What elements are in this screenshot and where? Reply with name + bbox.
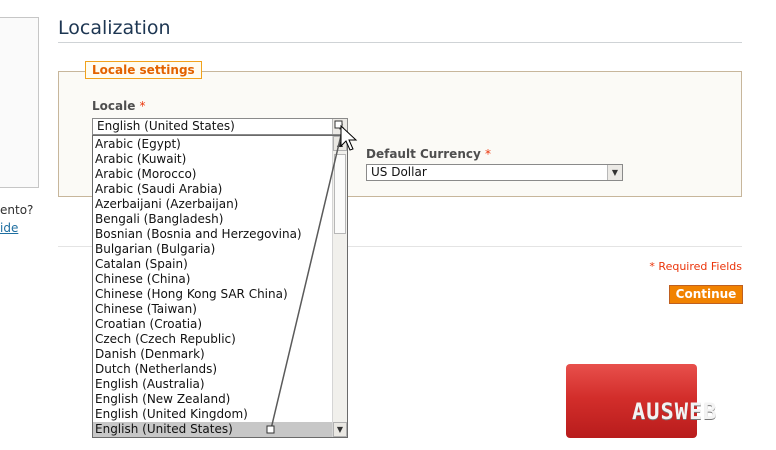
scroll-up-icon[interactable]: ▲ <box>333 136 347 151</box>
locale-option[interactable]: Croatian (Croatia) <box>93 317 333 332</box>
sidebar-panel-top <box>0 17 39 49</box>
locale-option[interactable]: Azerbaijani (Azerbaijan) <box>93 197 333 212</box>
scroll-down-icon[interactable]: ▼ <box>333 422 347 437</box>
sidebar-panel <box>0 47 39 188</box>
locale-option[interactable]: English (Australia) <box>93 377 333 392</box>
required-asterisk: * <box>139 99 146 113</box>
locale-option[interactable]: English (United States) <box>93 422 333 437</box>
locale-option[interactable]: Arabic (Saudi Arabia) <box>93 182 333 197</box>
scroll-thumb[interactable] <box>334 154 346 234</box>
chevron-down-icon[interactable]: ▼ <box>607 165 622 180</box>
required-asterisk: * <box>484 147 491 161</box>
currency-label-text: Default Currency <box>366 147 481 161</box>
locale-option[interactable]: Chinese (Taiwan) <box>93 302 333 317</box>
locale-select[interactable]: English (United States) ▼ <box>92 118 348 135</box>
locale-option[interactable]: Chinese (China) <box>93 272 333 287</box>
locale-option[interactable]: Catalan (Spain) <box>93 257 333 272</box>
ausweb-logo-text: AUSWEB <box>632 400 718 425</box>
locale-option[interactable]: Dutch (Netherlands) <box>93 362 333 377</box>
dropdown-scrollbar[interactable]: ▲ ▼ <box>332 136 347 437</box>
locale-option[interactable]: Czech (Czech Republic) <box>93 332 333 347</box>
locale-option[interactable]: Bosnian (Bosnia and Herzegovina) <box>93 227 333 242</box>
title-divider <box>58 42 742 43</box>
locale-selected-value: English (United States) <box>97 119 235 133</box>
page-title: Localization <box>58 17 171 39</box>
required-fields-note: * Required Fields <box>649 260 742 273</box>
locale-option[interactable]: English (New Zealand) <box>93 392 333 407</box>
continue-button[interactable]: Continue <box>669 285 743 304</box>
currency-label: Default Currency * <box>366 147 491 161</box>
locale-option[interactable]: Arabic (Egypt) <box>93 137 333 152</box>
locale-label-text: Locale <box>92 99 136 113</box>
locale-option[interactable]: Bengali (Bangladesh) <box>93 212 333 227</box>
sidebar-text-fragment: ento? <box>0 203 34 217</box>
currency-selected-value: US Dollar <box>371 165 427 179</box>
locale-option[interactable]: Danish (Denmark) <box>93 347 333 362</box>
locale-dropdown-list[interactable]: Arabic (Egypt) Arabic (Kuwait) Arabic (Mor… <box>92 135 348 438</box>
chevron-down-icon[interactable]: ▼ <box>332 119 347 134</box>
locale-option[interactable]: Bulgarian (Bulgaria) <box>93 242 333 257</box>
sidebar-link[interactable]: ide <box>0 221 18 235</box>
locale-option[interactable]: English (United Kingdom) <box>93 407 333 422</box>
locale-options: Arabic (Egypt) Arabic (Kuwait) Arabic (Mor… <box>93 137 333 437</box>
locale-option[interactable]: Arabic (Kuwait) <box>93 152 333 167</box>
locale-option[interactable]: Arabic (Morocco) <box>93 167 333 182</box>
currency-select[interactable]: US Dollar ▼ <box>366 164 623 181</box>
locale-settings-legend: Locale settings <box>85 61 202 79</box>
locale-option[interactable]: Chinese (Hong Kong SAR China) <box>93 287 333 302</box>
locale-label: Locale * <box>92 99 146 113</box>
